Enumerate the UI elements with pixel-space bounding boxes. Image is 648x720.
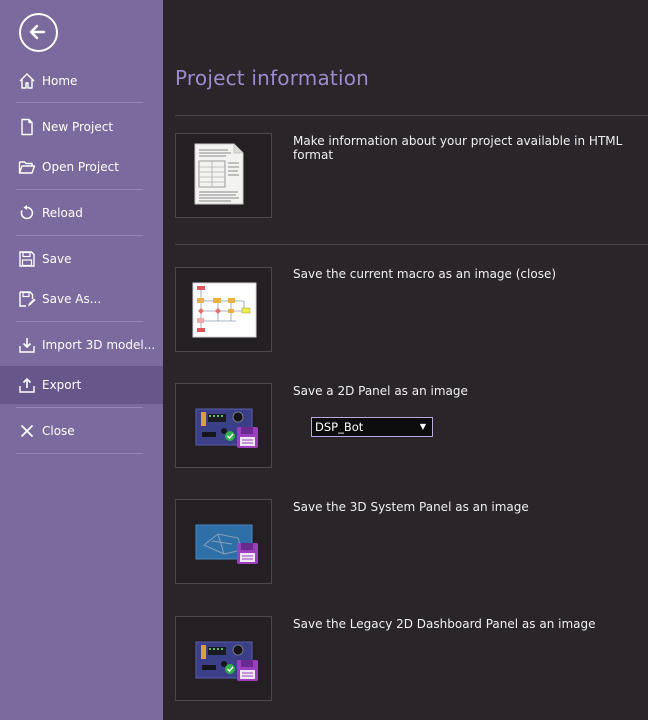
sidebar-item-close[interactable]: Close xyxy=(0,412,163,450)
sidebar-item-new-project[interactable]: New Project xyxy=(0,108,163,146)
sidebar-item-label: Open Project xyxy=(42,160,119,174)
sidebar-item-label: New Project xyxy=(42,120,114,134)
option-description: Save the Legacy 2D Dashboard Panel as an… xyxy=(293,617,596,631)
sidebar-item-home[interactable]: Home xyxy=(0,62,163,100)
flowchart-macro-icon xyxy=(192,282,257,338)
backstage-sidebar: Home New Project Open Project Reload Sav… xyxy=(0,0,163,720)
dropdown-value: DSP_Bot xyxy=(315,420,364,434)
divider xyxy=(16,189,143,190)
option-description: Save a 2D Panel as an image xyxy=(293,384,468,398)
divider xyxy=(16,407,143,408)
divider xyxy=(175,244,648,245)
option-description: Make information about your project avai… xyxy=(293,134,623,162)
chevron-down-icon: ▼ xyxy=(419,422,426,431)
sidebar-item-save-as[interactable]: Save As... xyxy=(0,280,163,318)
sidebar-item-export[interactable]: Export xyxy=(0,366,163,404)
save-as-icon xyxy=(18,290,36,308)
home-icon xyxy=(18,72,36,90)
new-document-icon xyxy=(18,118,36,136)
divider xyxy=(175,115,648,116)
sidebar-item-import-3d-model[interactable]: Import 3D model... xyxy=(0,326,163,364)
divider xyxy=(16,321,143,322)
divider xyxy=(16,102,143,103)
sidebar-item-label: Export xyxy=(42,378,82,392)
sidebar-item-label: Save xyxy=(42,252,72,266)
dashboard-2d-save-icon xyxy=(195,641,258,681)
floppy-save-icon xyxy=(18,250,36,268)
dashboard-2d-export-button[interactable] xyxy=(175,616,272,701)
panel-2d-save-icon xyxy=(195,408,258,448)
html-document-icon xyxy=(194,143,244,205)
panel-3d-export-button[interactable] xyxy=(175,499,272,584)
divider xyxy=(16,235,143,236)
back-arrow-circle-icon[interactable] xyxy=(19,13,58,52)
panel-2d-export-button[interactable] xyxy=(175,383,272,468)
import-icon xyxy=(18,336,36,354)
sidebar-item-label: Home xyxy=(42,74,78,88)
sidebar-item-label: Save As... xyxy=(42,292,102,306)
sidebar-item-reload[interactable]: Reload xyxy=(0,194,163,232)
option-description: Save the 3D System Panel as an image xyxy=(293,500,529,514)
sidebar-item-label: Import 3D model... xyxy=(42,338,156,352)
macro-image-export-button[interactable] xyxy=(175,267,272,352)
html-export-button[interactable] xyxy=(175,133,272,218)
sidebar-item-open-project[interactable]: Open Project xyxy=(0,148,163,186)
reload-icon xyxy=(18,204,36,222)
close-x-icon xyxy=(18,422,36,440)
main-panel: Project information Make information abo… xyxy=(163,0,648,720)
panel-select-dropdown[interactable]: DSP_Bot ▼ xyxy=(311,417,433,437)
panel-3d-save-icon xyxy=(195,524,258,564)
open-folder-icon xyxy=(18,158,36,176)
page-title: Project information xyxy=(175,66,370,90)
export-icon xyxy=(18,376,36,394)
sidebar-item-save[interactable]: Save xyxy=(0,240,163,278)
sidebar-item-label: Reload xyxy=(42,206,83,220)
divider xyxy=(16,453,143,454)
option-description: Save the current macro as an image (clos… xyxy=(293,267,557,281)
sidebar-item-label: Close xyxy=(42,424,75,438)
